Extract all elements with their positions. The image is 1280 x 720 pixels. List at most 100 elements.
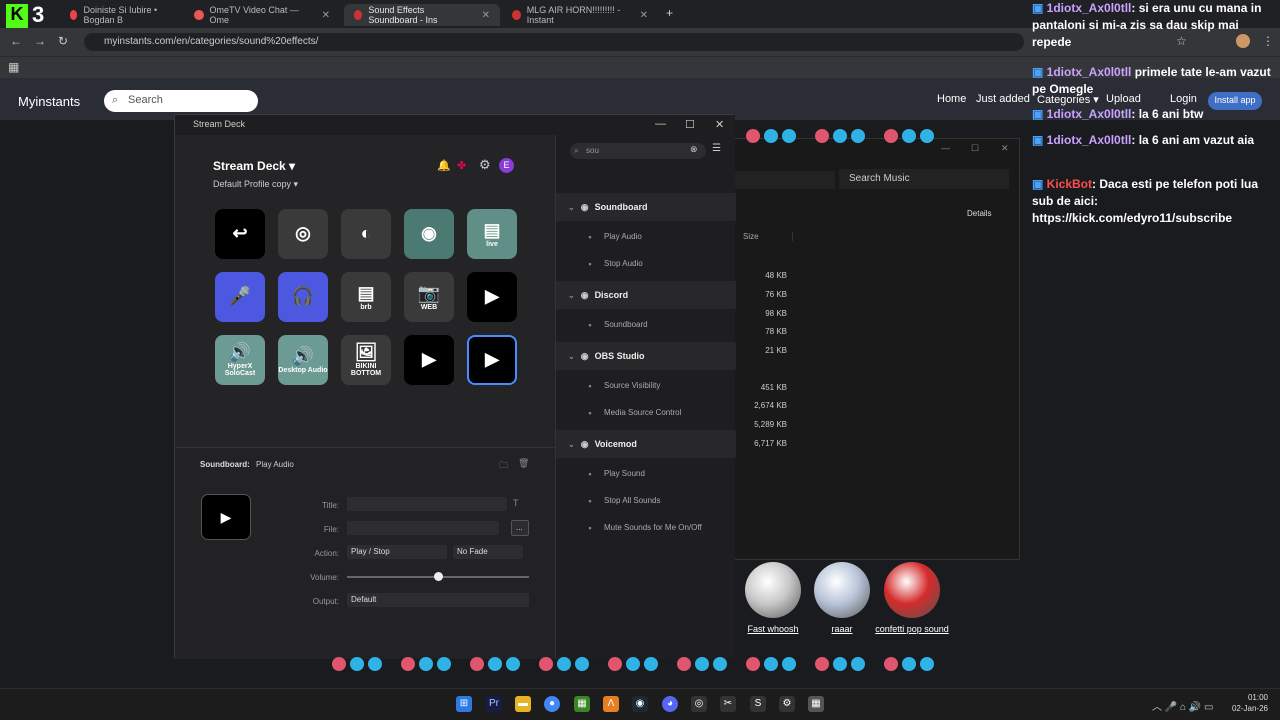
settings-icon[interactable]: ⚙ [779, 696, 795, 712]
start-icon[interactable]: ⊞ [456, 696, 472, 712]
link-icon[interactable] [488, 657, 502, 671]
clock-date[interactable]: 02-Jan-26 [1224, 704, 1268, 713]
folder-icon[interactable]: 🗀 [499, 458, 508, 474]
link-icon[interactable] [695, 657, 709, 671]
share-icon[interactable] [851, 129, 865, 143]
share-icon[interactable] [782, 657, 796, 671]
link-icon[interactable] [350, 657, 364, 671]
link-icon[interactable] [764, 657, 778, 671]
profile-dropdown[interactable]: Default Profile copy ▾ [213, 179, 298, 190]
link-icon[interactable] [833, 129, 847, 143]
link-icon[interactable] [557, 657, 571, 671]
app-name-dropdown[interactable]: Stream Deck ▾ [213, 159, 295, 173]
favorite-icon[interactable] [677, 657, 691, 671]
key-8[interactable]: ▤ brb [341, 272, 391, 322]
category-3[interactable]: ⌄ ◉ Voicemod [556, 430, 736, 458]
tab-ometv[interactable]: OmeTV Video Chat — Ome ✕ [184, 4, 340, 26]
apps-grid-icon[interactable]: ▦ [8, 60, 19, 74]
link-icon[interactable] [764, 129, 778, 143]
browse-file-button[interactable]: ... [511, 520, 529, 536]
output-select[interactable]: Default [347, 593, 529, 607]
share-icon[interactable] [713, 657, 727, 671]
close-icon[interactable]: ✕ [715, 118, 724, 131]
explorer-path[interactable] [735, 171, 835, 189]
chrome-icon[interactable]: ● [544, 696, 560, 712]
text-format-icon[interactable]: T [513, 498, 519, 508]
maximize-icon[interactable]: ☐ [971, 143, 979, 154]
link-icon[interactable] [833, 657, 847, 671]
action-item[interactable]: ▪ Source Visibility [556, 372, 736, 399]
close-icon[interactable]: ✕ [482, 10, 490, 21]
sound-name-link[interactable]: confetti pop sound [872, 624, 952, 634]
reload-icon[interactable]: ↻ [58, 34, 68, 48]
favorite-icon[interactable] [608, 657, 622, 671]
list-view-icon[interactable]: ☰ [712, 143, 721, 154]
fade-select[interactable]: No Fade [453, 545, 523, 559]
clock-time[interactable]: 01:00 [1232, 693, 1268, 702]
action-item[interactable]: ▪ Stop Audio [556, 250, 736, 277]
site-search-input[interactable]: Search [104, 90, 258, 112]
link-icon[interactable] [626, 657, 640, 671]
skype-icon[interactable]: S [750, 696, 766, 712]
action-item[interactable]: ▪ Soundboard [556, 311, 736, 338]
premiere-icon[interactable]: Pr [486, 696, 502, 712]
action-item[interactable]: ▪ Stop All Sounds [556, 487, 736, 514]
key-9[interactable]: 📷 WEB [404, 272, 454, 322]
key-13[interactable]: 🖼 BIKINI BOTTOM [341, 335, 391, 385]
key-15[interactable]: ▶ [467, 335, 517, 385]
gear-icon[interactable]: ⚙ [479, 157, 491, 173]
category-2[interactable]: ⌄ ◉ OBS Studio [556, 342, 736, 370]
marketplace-icon[interactable]: ✤ [457, 159, 466, 172]
details-button[interactable]: Details [967, 209, 991, 218]
site-logo[interactable]: Myinstants [18, 94, 80, 109]
app-icon[interactable]: Λ [603, 696, 619, 712]
sound-name-link[interactable]: raaar [802, 624, 882, 634]
share-icon[interactable] [437, 657, 451, 671]
category-0[interactable]: ⌄ ◉ Soundboard [556, 193, 736, 221]
volume-slider-thumb[interactable] [434, 572, 443, 581]
obs-icon[interactable]: ◎ [691, 696, 707, 712]
discord-icon[interactable]: ◕ [662, 696, 678, 712]
action-item[interactable]: ▪ Mute Sounds for Me On/Off [556, 514, 736, 541]
favorite-icon[interactable] [815, 129, 829, 143]
key-11[interactable]: 🔊 HyperX SoloCast [215, 335, 265, 385]
key-3[interactable]: ◐ [341, 209, 391, 259]
key-4[interactable]: ◉ [404, 209, 454, 259]
key-12[interactable]: 🔊 Desktop Audio [278, 335, 328, 385]
url-field[interactable]: myinstants.com/en/categories/sound%20eff… [84, 33, 1024, 51]
tab-mlg[interactable]: MLG AIR HORN!!!!!!!!! - Instant ✕ [502, 4, 658, 26]
share-icon[interactable] [575, 657, 589, 671]
trash-icon[interactable]: 🗑 [518, 458, 529, 469]
favorite-icon[interactable] [815, 657, 829, 671]
favorite-icon[interactable] [884, 129, 898, 143]
key-10[interactable]: ▶ [467, 272, 517, 322]
file-input[interactable] [347, 521, 499, 535]
close-icon[interactable]: ✕ [322, 10, 330, 21]
avatar[interactable]: E [499, 158, 514, 173]
favorite-icon[interactable] [401, 657, 415, 671]
clear-search-icon[interactable]: ⊗ [690, 144, 698, 155]
new-tab-button[interactable]: + [666, 6, 673, 20]
size-column-header[interactable]: Size [743, 232, 793, 241]
share-icon[interactable] [506, 657, 520, 671]
sound-play-button[interactable] [814, 562, 870, 618]
favorite-icon[interactable] [332, 657, 346, 671]
link-icon[interactable] [902, 657, 916, 671]
action-select[interactable]: Play / Stop [347, 545, 447, 559]
key-1[interactable]: ↩ [215, 209, 265, 259]
close-icon[interactable]: ✕ [640, 10, 648, 21]
key-14[interactable]: ▶ [404, 335, 454, 385]
link-icon[interactable] [902, 129, 916, 143]
key-7[interactable]: 🎧 [278, 272, 328, 322]
sound-name-link[interactable]: Fast whoosh [733, 624, 813, 634]
favorite-icon[interactable] [539, 657, 553, 671]
streamdeck-taskbar-icon[interactable]: ▦ [808, 696, 824, 712]
action-item[interactable]: ▪ Play Audio [556, 223, 736, 250]
key-2[interactable]: ◎ [278, 209, 328, 259]
back-icon[interactable]: ← [10, 34, 22, 48]
share-icon[interactable] [851, 657, 865, 671]
share-icon[interactable] [368, 657, 382, 671]
steam-icon[interactable]: ◉ [632, 696, 648, 712]
favorite-icon[interactable] [470, 657, 484, 671]
share-icon[interactable] [920, 129, 934, 143]
